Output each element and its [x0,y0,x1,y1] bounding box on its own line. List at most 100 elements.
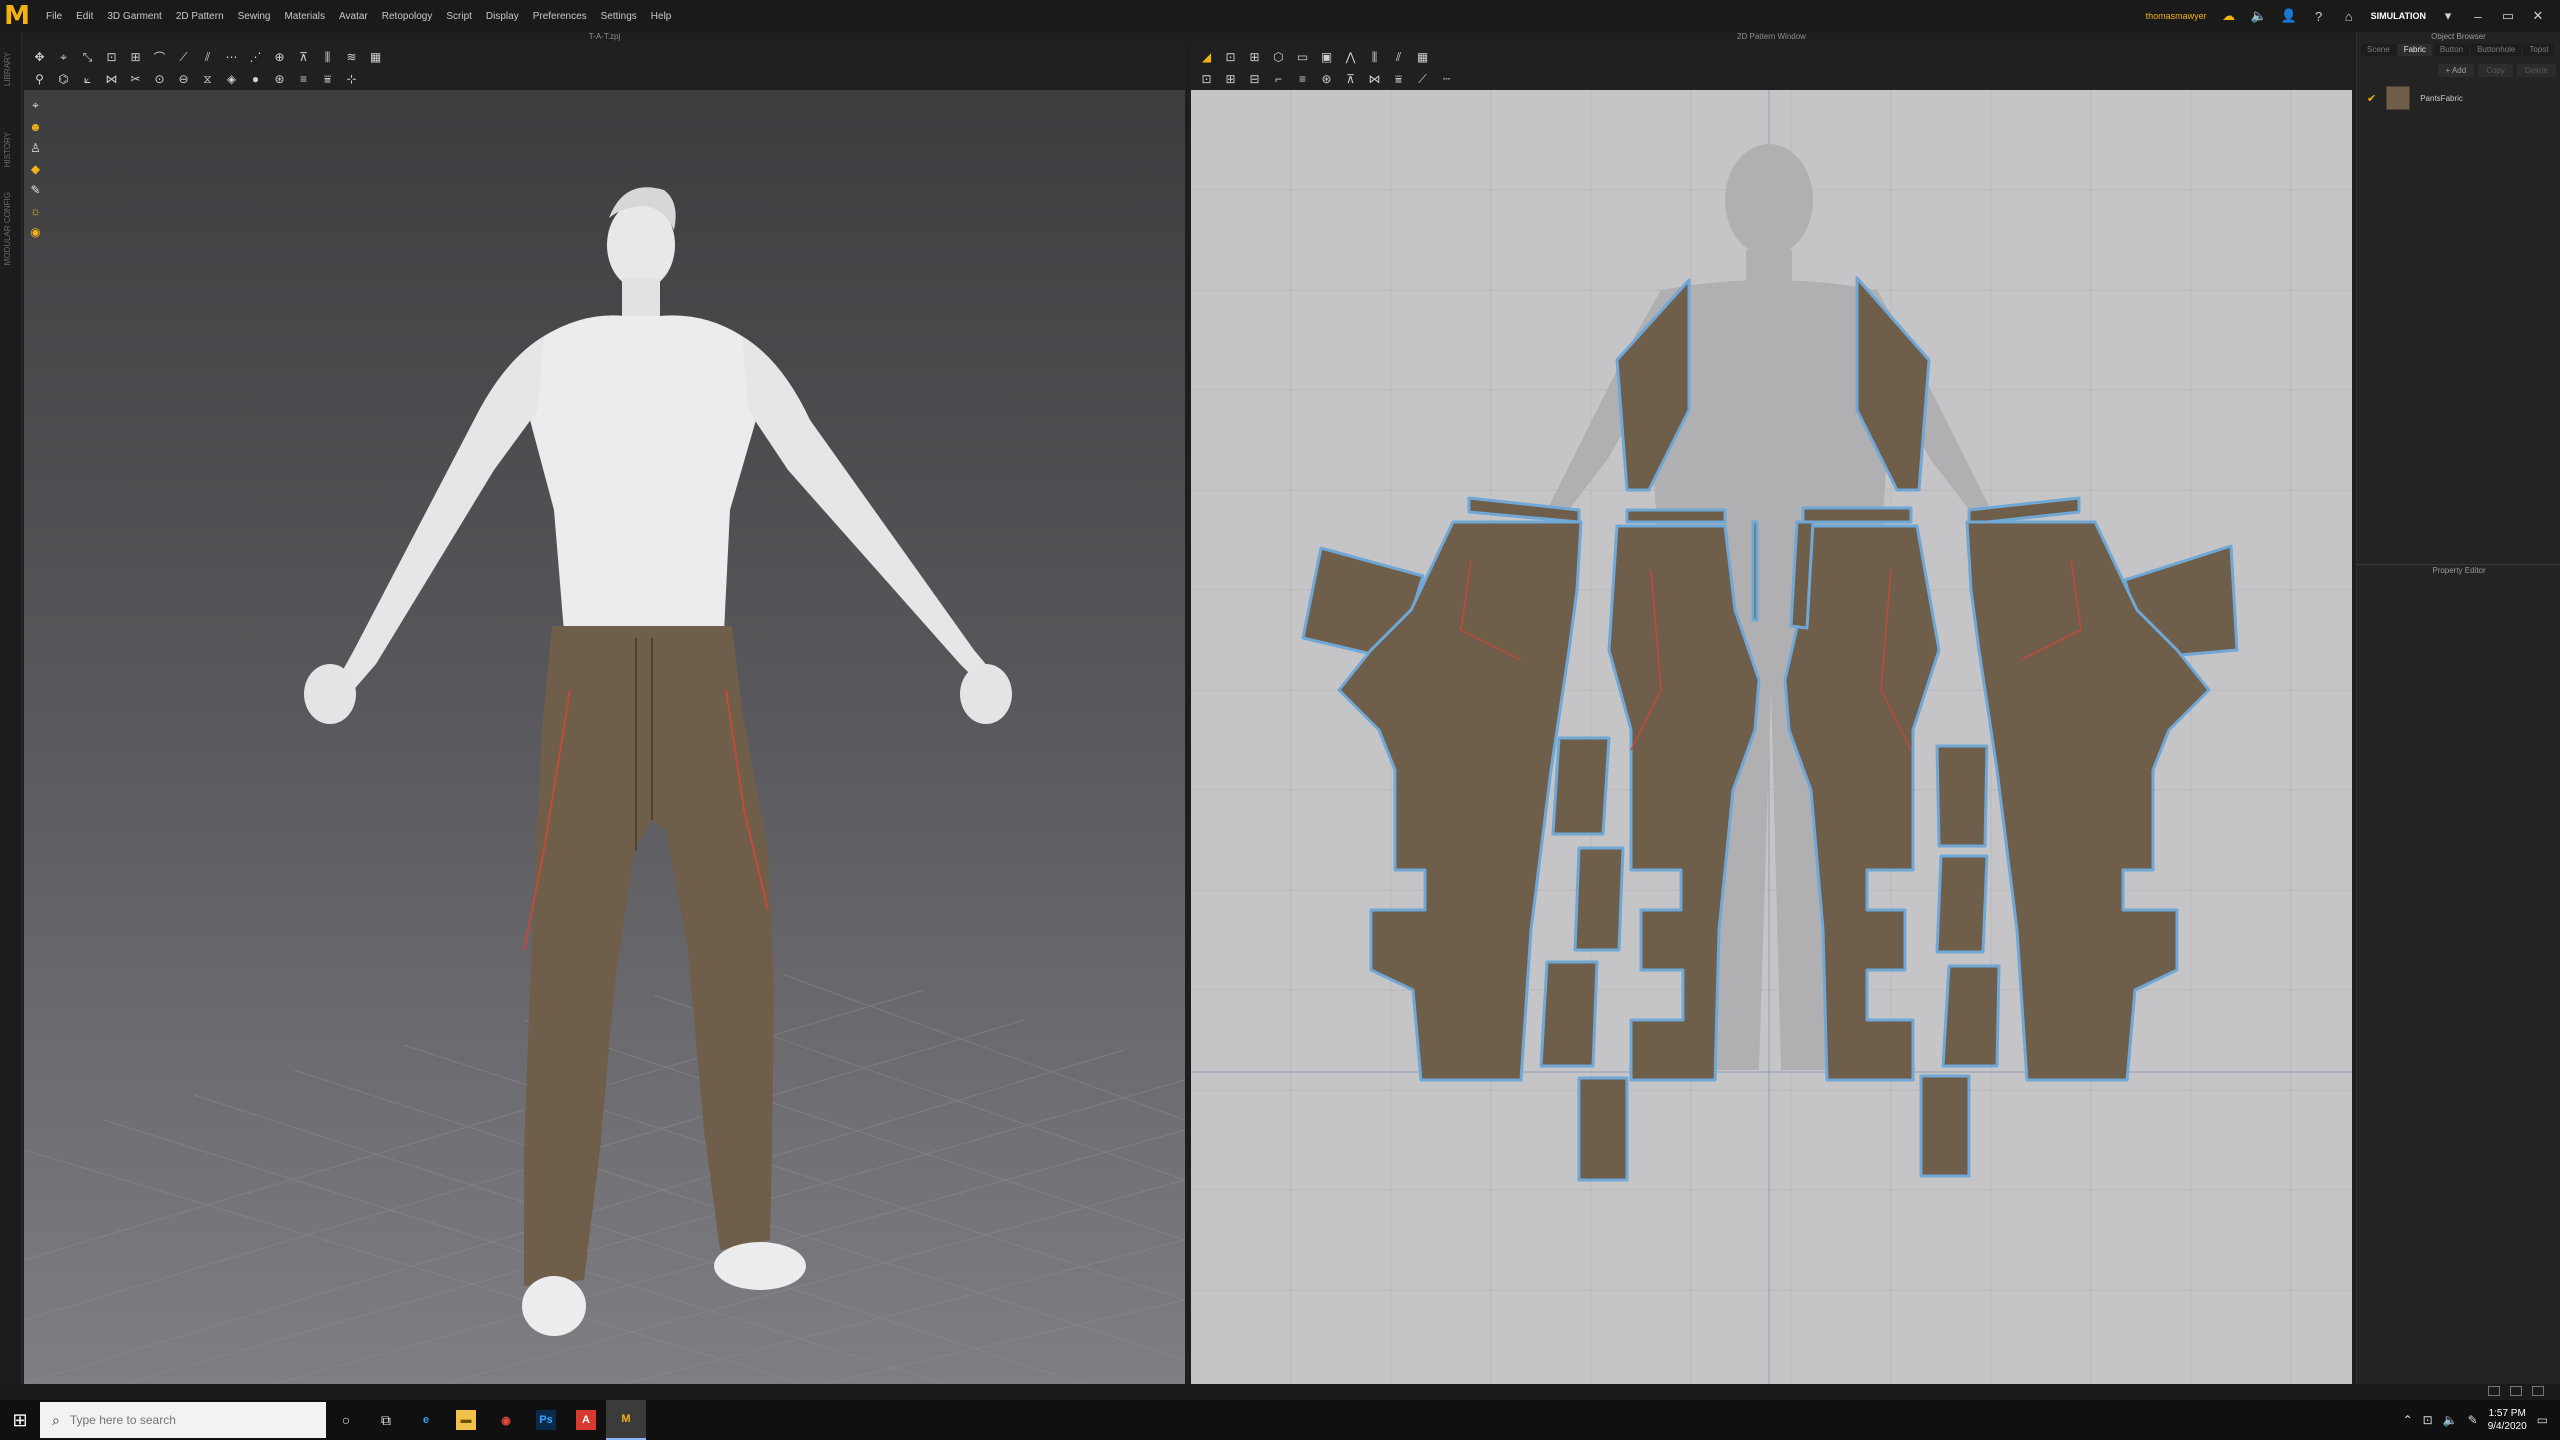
pleat-icon[interactable]: ⩸ [320,72,335,87]
edit-point-icon[interactable]: ⊞ [128,50,143,65]
layout-2d-icon[interactable] [2532,1386,2544,1396]
menu-preferences[interactable]: Preferences [533,11,587,22]
user-icon[interactable]: 👤 [2281,8,2297,24]
topstitch-icon[interactable]: ⋈ [104,72,119,87]
maximize-icon[interactable]: ▭ [2500,8,2516,24]
measure-2d-icon[interactable]: ⟋ [1415,72,1430,87]
internal-polygon-icon[interactable]: ▣ [1319,50,1334,65]
dart-icon[interactable]: ⋀ [1343,50,1358,65]
layer-icon[interactable]: ≡ [296,72,311,87]
add-fabric-button[interactable]: + Add [2437,64,2475,77]
acrobat-icon[interactable]: A [566,1400,606,1440]
history-tab[interactable]: HISTORY [3,132,12,167]
close-icon[interactable]: ✕ [2530,8,2546,24]
menu-display[interactable]: Display [486,11,519,22]
tab-buttonhole[interactable]: Buttonhole [2471,44,2522,56]
modular-config-tab[interactable]: MODULAR CONFIG [3,192,12,265]
delete-fabric-button[interactable]: Delete [2516,64,2556,77]
network-icon[interactable]: ⊡ [2423,1413,2433,1427]
avatar-icon[interactable]: ♙ [28,140,43,155]
help-icon[interactable]: ? [2311,8,2327,24]
marvelous-designer-icon[interactable]: M [606,1400,646,1440]
file-explorer-icon[interactable]: ▬ [446,1400,486,1440]
menu-edit[interactable]: Edit [76,11,93,22]
mode-dropdown[interactable]: SIMULATION [2371,11,2426,21]
layout-single-icon[interactable] [2488,1386,2500,1396]
copy-fabric-button[interactable]: Copy [2478,64,2513,77]
fabric-list-item[interactable]: ✔ PantsFabric [2357,83,2560,113]
fitting-icon[interactable]: ⫼ [320,50,335,65]
avatar-pose-icon[interactable]: ⚲ [32,72,47,87]
pen-workspace-icon[interactable]: ✎ [2468,1413,2478,1427]
select-mesh-icon[interactable]: ⌖ [56,50,71,65]
transform-pattern-icon[interactable]: ◢ [1199,50,1214,65]
menu-help[interactable]: Help [651,11,672,22]
fold-arrangement-icon[interactable]: ⤡ [80,50,95,65]
avatar-figure[interactable] [304,187,1012,1336]
transform-icon[interactable]: ⊛ [272,72,287,87]
system-clock[interactable]: 1:57 PM 9/4/2020 [2488,1407,2527,1433]
cortana-icon[interactable]: ○ [326,1400,366,1440]
sewing-2d-icon[interactable]: ⊞ [1223,72,1238,87]
volume-icon[interactable]: 🔈 [2443,1413,2458,1427]
layout-split-icon[interactable] [2510,1386,2522,1396]
menu-script[interactable]: Script [446,11,472,22]
pen-icon[interactable]: ✎ [28,182,43,197]
trim-2d-icon[interactable]: ⩸ [1391,72,1406,87]
stitch-2d-icon[interactable]: ⋈ [1367,72,1382,87]
check-sewing-icon[interactable]: ⋰ [248,50,263,65]
chrome-icon[interactable]: ◉ [486,1400,526,1440]
select-2d-icon[interactable]: ⊡ [1199,72,1214,87]
library-tab[interactable]: LIBRARY [3,52,12,86]
segment-sewing-2d-icon[interactable]: ⫽ [1391,50,1406,65]
minimize-icon[interactable]: – [2470,8,2486,24]
tab-fabric[interactable]: Fabric [2397,44,2432,56]
task-view-icon[interactable]: ⧉ [366,1400,406,1440]
check-sewing-2d-icon[interactable]: ⊟ [1247,72,1262,87]
3d-viewport[interactable]: ⌖ ☻ ♙ ◆ ✎ ☼ ◉ [24,90,1185,1384]
menu-sewing[interactable]: Sewing [238,11,271,22]
hanger-icon[interactable]: ⌂ [2341,8,2357,24]
taskbar-search[interactable]: ⌕ [40,1402,326,1438]
measure-icon[interactable]: ⟀ [80,72,95,87]
polygon-icon[interactable]: ⬡ [1271,50,1286,65]
edit-pattern-2d-icon[interactable]: ⊡ [1223,50,1238,65]
cloud-icon[interactable]: ☁ [2221,8,2237,24]
tab-scene[interactable]: Scene [2361,44,2396,56]
grid-2d-icon[interactable]: ▦ [1415,50,1430,65]
segment-sewing-icon[interactable]: ⫽ [200,50,215,65]
2d-viewport[interactable] [1191,90,2352,1384]
add-point-icon[interactable]: ⟋ [176,50,191,65]
select-move-icon[interactable]: ✥ [32,50,47,65]
grading-icon[interactable]: ⫼ [1367,50,1382,65]
user-name[interactable]: thomasmawyer [2146,11,2207,21]
rectangle-icon[interactable]: ▭ [1295,50,1310,65]
pin-2d-icon[interactable]: ⊛ [1319,72,1334,87]
tack-2d-icon[interactable]: ⊼ [1343,72,1358,87]
texture-icon[interactable]: ● [248,72,263,87]
buttonhole-icon[interactable]: ⊖ [176,72,191,87]
fold-icon[interactable]: ≡ [1295,72,1310,87]
arrangement-icon[interactable]: ⌬ [56,72,71,87]
menu-settings[interactable]: Settings [601,11,637,22]
menu-avatar[interactable]: Avatar [339,11,368,22]
graphic-icon[interactable]: ◈ [224,72,239,87]
edit-point-2d-icon[interactable]: ⊞ [1247,50,1262,65]
notification-icon[interactable]: ▭ [2537,1413,2548,1427]
menu-retopology[interactable]: Retopology [382,11,433,22]
edit-curvature-icon[interactable]: ⌒ [152,50,167,65]
chevron-down-icon[interactable]: ▾ [2440,8,2456,24]
tack-icon[interactable]: ⊕ [272,50,287,65]
menu-3d-garment[interactable]: 3D Garment [107,11,161,22]
camera-icon[interactable]: ⌖ [28,98,43,113]
ruler-icon[interactable]: ┄ [1439,72,1454,87]
zipper-icon[interactable]: ⧖ [200,72,215,87]
avatar-display-icon[interactable]: ☻ [28,119,43,134]
taskbar-search-input[interactable] [69,1413,290,1427]
button-icon[interactable]: ⊙ [152,72,167,87]
menu-2d-pattern[interactable]: 2D Pattern [176,11,224,22]
tab-button[interactable]: Button [2433,44,2470,56]
garment-display-icon[interactable]: ◆ [28,161,43,176]
snap-icon[interactable]: ⊹ [344,72,359,87]
grid-icon[interactable]: ▦ [368,50,383,65]
